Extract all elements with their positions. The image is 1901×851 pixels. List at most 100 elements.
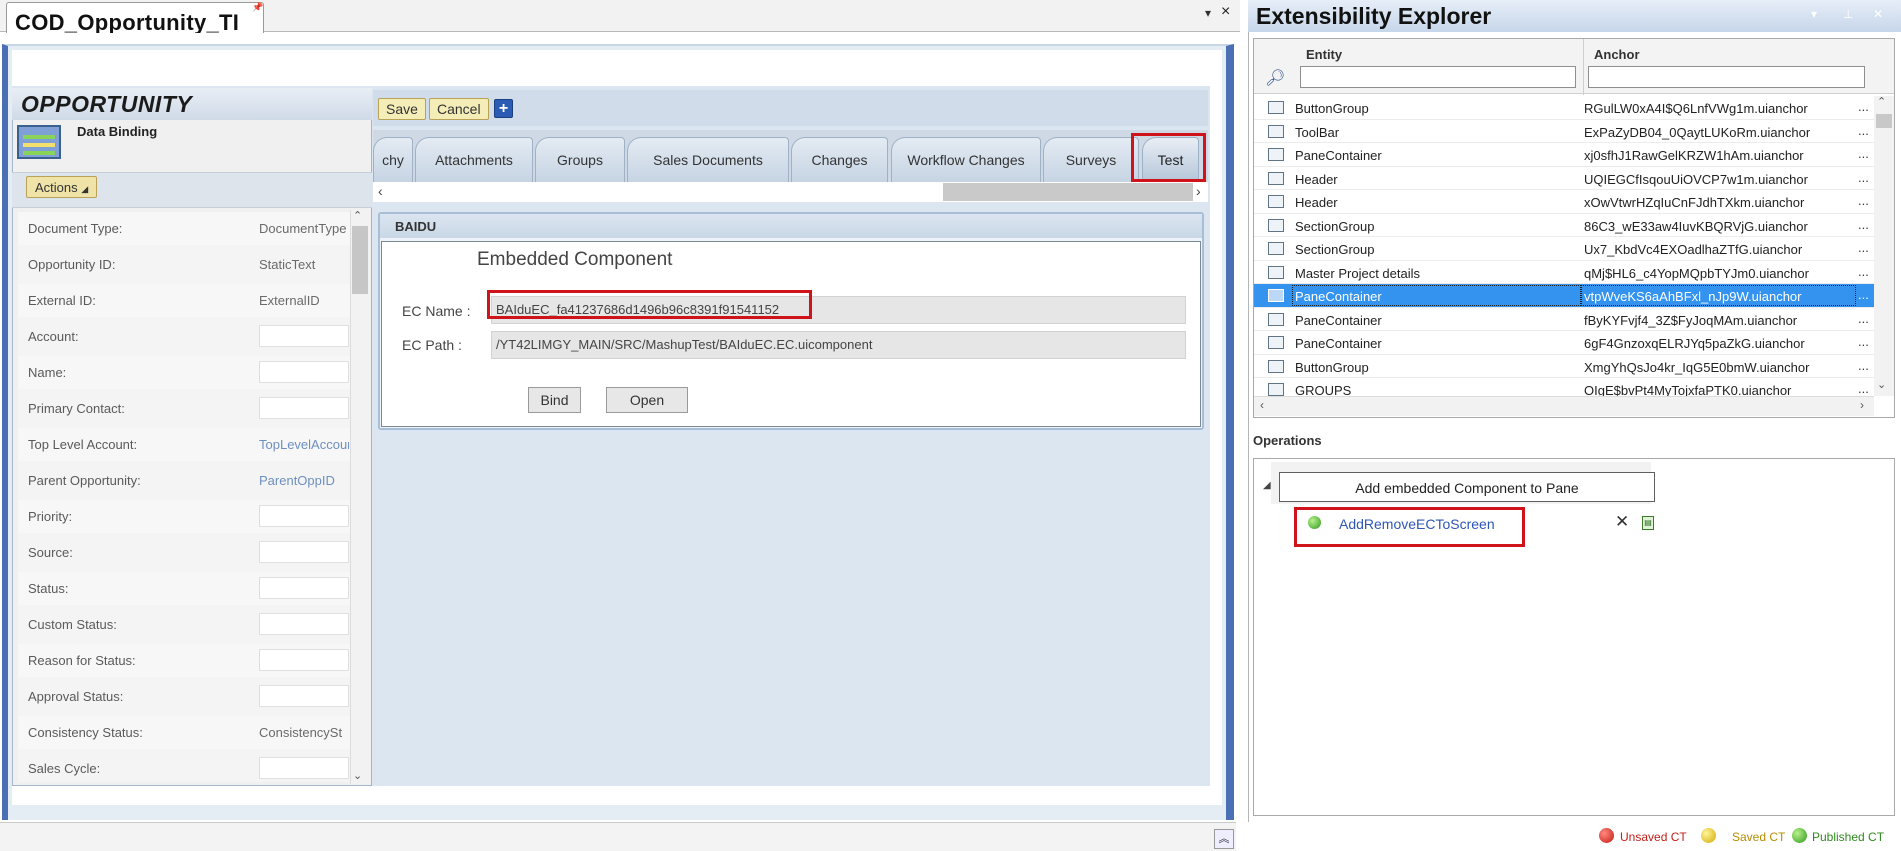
- more-button[interactable]: ...: [1858, 264, 1869, 279]
- more-button[interactable]: ...: [1858, 334, 1869, 349]
- field-list-scroll-thumb[interactable]: [352, 226, 368, 294]
- anchor-grid-rows: ButtonGroup RGulLW0xA4I$Q6LnfVWg1m.uianch…: [1254, 96, 1874, 396]
- actions-label: Actions: [35, 180, 78, 195]
- anchor-row[interactable]: PaneContainer fByKYFvjf4_3Z$FyJoqMAm.uian…: [1254, 308, 1874, 331]
- field-label: Top Level Account:: [28, 437, 138, 452]
- tab-sales-documents[interactable]: Sales Documents: [627, 137, 789, 183]
- anchor-row[interactable]: Master Project details qMj$HL6_c4YopMQpbT…: [1254, 261, 1874, 284]
- search-icon[interactable]: 🔎︎: [1265, 68, 1285, 88]
- tab-surveys[interactable]: Surveys: [1043, 137, 1139, 183]
- anchor-row[interactable]: GROUPS OIgE$bvPt4MyTojxfaPTK0.uianchor...: [1254, 378, 1874, 396]
- anchor-filter-input[interactable]: [1588, 66, 1865, 88]
- field-input[interactable]: [259, 325, 349, 347]
- open-button[interactable]: Open: [606, 387, 688, 413]
- field-input[interactable]: [259, 649, 349, 671]
- close-icon[interactable]: ✕: [1873, 7, 1883, 21]
- field-input[interactable]: [259, 361, 349, 383]
- save-button[interactable]: Save: [378, 98, 426, 120]
- anchor-row[interactable]: SectionGroup Ux7_KbdVc4EXOadlhaZTfG.uianc…: [1254, 237, 1874, 261]
- more-button[interactable]: ...: [1858, 193, 1869, 208]
- field-input[interactable]: [259, 685, 349, 707]
- pin-icon[interactable]: 📌: [252, 2, 263, 13]
- chevron-down-icon[interactable]: ▾: [1205, 6, 1211, 20]
- column-header-entity[interactable]: Entity: [1306, 47, 1342, 62]
- tab-groups[interactable]: Groups: [535, 137, 625, 183]
- column-header-anchor[interactable]: Anchor: [1594, 47, 1640, 62]
- more-button[interactable]: ...: [1858, 99, 1869, 114]
- chevron-down-icon[interactable]: ▾: [1811, 7, 1817, 21]
- delete-icon[interactable]: ✕: [1615, 512, 1629, 532]
- document-icon[interactable]: ▤: [1642, 516, 1654, 530]
- field-row: Reason for Status:: [18, 644, 350, 677]
- anchor-grid-hscroll[interactable]: [1254, 396, 1874, 416]
- header-icon: [1268, 195, 1284, 208]
- entity-filter-input[interactable]: [1300, 66, 1576, 88]
- anchor-row[interactable]: Header xOwVtwrHZqIuCnFJdhTXkm.uianchor...: [1254, 190, 1874, 214]
- scroll-down-icon[interactable]: ⌄: [353, 769, 362, 782]
- operation-group-add-embedded-component[interactable]: Add embedded Component to Pane: [1279, 472, 1655, 502]
- more-button[interactable]: ...: [1858, 358, 1869, 373]
- scroll-right-icon[interactable]: ›: [1860, 398, 1864, 412]
- close-icon[interactable]: ×: [1221, 3, 1230, 21]
- plus-icon[interactable]: +: [494, 99, 513, 118]
- data-binding-label: Data Binding: [77, 124, 158, 139]
- anchor-row[interactable]: ToolBar ExPaZyDB04_0QaytLUKoRm.uianchor..…: [1254, 120, 1874, 143]
- anchor-row[interactable]: PaneContainer vtpWveKS6aAhBFxl_nJp9W.uian…: [1254, 284, 1874, 308]
- field-row: Approval Status:: [18, 680, 350, 713]
- data-binding-icon[interactable]: [17, 125, 61, 159]
- selection-outline: [1292, 285, 1581, 306]
- more-button[interactable]: ...: [1858, 381, 1869, 396]
- field-link[interactable]: TopLevelAccount: [259, 437, 349, 452]
- tab-chy[interactable]: chy: [373, 137, 413, 183]
- anchor-grid-vscroll-thumb[interactable]: [1876, 114, 1892, 128]
- field-input[interactable]: [259, 613, 349, 635]
- scroll-up-icon[interactable]: ⌃: [1877, 95, 1886, 108]
- anchor-row[interactable]: ButtonGroup RGulLW0xA4I$Q6LnfVWg1m.uianch…: [1254, 96, 1874, 120]
- field-list-scrollbar[interactable]: [350, 210, 370, 784]
- anchor-row[interactable]: ButtonGroup XmgYhQsJo4kr_IqG5E0bmW.uianch…: [1254, 355, 1874, 378]
- pin-icon[interactable]: ⊥: [1843, 7, 1853, 21]
- actions-button[interactable]: Actions ◢: [26, 176, 98, 198]
- anchor-id: RGulLW0xA4I$Q6LnfVWg1m.uianchor: [1584, 101, 1808, 116]
- anchor-grid-vscroll[interactable]: [1874, 96, 1894, 396]
- field-label: Source:: [28, 545, 73, 560]
- field-label: External ID:: [28, 293, 96, 308]
- tab-attachments[interactable]: Attachments: [415, 137, 533, 183]
- field-link[interactable]: ParentOppID: [259, 473, 349, 488]
- collapse-icon[interactable]: ︽: [1214, 829, 1234, 849]
- anchor-row[interactable]: Header UQIEGCfIsqouUiOVCP7w1m.uianchor...: [1254, 167, 1874, 190]
- field-input[interactable]: [259, 505, 349, 527]
- anchor-row[interactable]: PaneContainer 6gF4GnzoxqELRJYq5paZkG.uian…: [1254, 331, 1874, 355]
- tab-scroll-thumb[interactable]: [943, 183, 1193, 201]
- collapse-triangle-icon[interactable]: ◢: [1263, 480, 1271, 491]
- scroll-left-icon[interactable]: ‹: [1260, 398, 1264, 412]
- column-separator[interactable]: [1583, 39, 1584, 95]
- cancel-button[interactable]: Cancel: [429, 98, 489, 120]
- bind-button[interactable]: Bind: [528, 387, 581, 413]
- field-input[interactable]: [259, 397, 349, 419]
- field-input[interactable]: [259, 577, 349, 599]
- tab-scroll-left-icon[interactable]: ‹: [378, 183, 383, 199]
- more-button[interactable]: ...: [1858, 123, 1869, 138]
- field-row: Name:: [18, 356, 350, 389]
- tab-changes[interactable]: Changes: [791, 137, 888, 183]
- more-button[interactable]: ...: [1858, 287, 1869, 302]
- scroll-down-icon[interactable]: ⌄: [1877, 378, 1886, 391]
- more-button[interactable]: ...: [1858, 311, 1869, 326]
- anchor-row[interactable]: SectionGroup 86C3_wE33aw4IuvKBQRVjG.uianc…: [1254, 214, 1874, 237]
- anchor-row[interactable]: PaneContainer xj0sfhJ1RawGelKRZW1hAm.uian…: [1254, 143, 1874, 167]
- tab-workflow-changes[interactable]: Workflow Changes: [891, 137, 1041, 183]
- more-button[interactable]: ...: [1858, 240, 1869, 255]
- more-button[interactable]: ...: [1858, 170, 1869, 185]
- more-button[interactable]: ...: [1858, 217, 1869, 232]
- anchor-entity: Master Project details: [1295, 265, 1420, 281]
- pane-container-icon: [1268, 312, 1284, 326]
- field-input[interactable]: [259, 757, 349, 779]
- field-label: Account:: [28, 329, 79, 344]
- document-tab[interactable]: COD_Opportunity_TI: [6, 2, 264, 33]
- ec-path-field[interactable]: /YT42LIMGY_MAIN/SRC/MashupTest/BAIduEC.E…: [491, 331, 1186, 359]
- more-button[interactable]: ...: [1858, 146, 1869, 161]
- field-input[interactable]: [259, 541, 349, 563]
- tab-scroll-right-icon[interactable]: ›: [1196, 183, 1201, 199]
- scroll-up-icon[interactable]: ⌃: [353, 209, 362, 222]
